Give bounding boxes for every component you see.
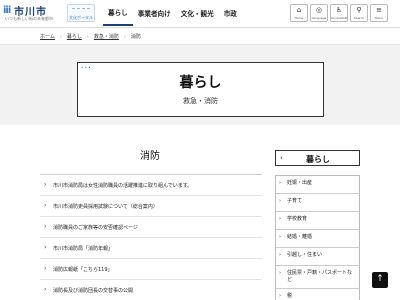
sidebar-item-moving[interactable]: › 引越し・住まい bbox=[276, 248, 359, 266]
accessibility-icon: ♿ bbox=[335, 6, 343, 14]
accessibility-label: Accessibility bbox=[331, 16, 347, 20]
sidebar-title: 暮らし bbox=[306, 155, 330, 164]
site-header: iii 市川市 いつも新しい街の未来都市 文化ポータル 暮らし 事業者向け 文化… bbox=[0, 0, 400, 26]
list-item[interactable]: › 市川市消防吏員採用試験について（総合案内） bbox=[40, 196, 262, 217]
sidebar-item-education[interactable]: › 学校教育 bbox=[276, 212, 359, 230]
nav-culture[interactable]: 文化・観光 bbox=[176, 0, 219, 26]
menu-icon: ≡ bbox=[376, 6, 382, 14]
chevron-right-icon: › bbox=[44, 223, 47, 230]
sidebar-item-registry[interactable]: › 住民票・戸籍・パスポートなど bbox=[276, 266, 359, 289]
list-item[interactable]: › 市川市消防局「消防年報」 bbox=[40, 238, 262, 259]
breadcrumb-current: 消防 bbox=[130, 34, 141, 40]
list-item-label: 市川市消防局「消防年報」 bbox=[53, 246, 114, 252]
search-label: Search bbox=[353, 16, 365, 20]
sidebar-item-label: 住民票・戸籍・パスポートなど bbox=[287, 270, 353, 283]
sidebar-item-pregnancy[interactable]: › 妊娠・出産 bbox=[276, 176, 359, 194]
language-button[interactable]: ◎ Language bbox=[310, 4, 328, 22]
hero-dots-icon: • • • bbox=[81, 65, 91, 70]
home-button[interactable]: ⌂ Home bbox=[290, 4, 308, 22]
breadcrumb-separator-icon: › bbox=[86, 33, 89, 40]
chevron-right-icon: › bbox=[279, 252, 281, 258]
sidebar-item-label: 引越し・住まい bbox=[287, 252, 323, 258]
global-nav: 暮らし 事業者向け 文化・観光 市政 bbox=[103, 0, 242, 26]
list-item-label: 消防長及び消防団長の交替事の公開 bbox=[53, 288, 134, 294]
sidebar-item-label: 学校教育 bbox=[287, 216, 308, 222]
chevron-right-icon: › bbox=[44, 286, 47, 293]
category-subtitle: 救急・消防 bbox=[183, 97, 218, 105]
sidebar-back-button[interactable]: ‹ 暮らし bbox=[275, 150, 360, 166]
portal-decoration bbox=[72, 8, 90, 13]
sidebar-item-childcare[interactable]: › 子育て bbox=[276, 194, 359, 212]
chevron-right-icon: › bbox=[44, 244, 47, 251]
menu-button[interactable]: ≡ Menu bbox=[370, 4, 388, 22]
list-item-label: 市川市消防局は女性消防職員の活躍推進に取り組んでいます。 bbox=[53, 183, 193, 189]
chevron-left-icon: ‹ bbox=[280, 154, 283, 162]
chevron-right-icon: › bbox=[44, 202, 47, 209]
home-icon: ⌂ bbox=[296, 6, 302, 14]
chevron-right-icon: › bbox=[44, 181, 47, 188]
home-label: Home bbox=[294, 16, 304, 20]
sidebar-item-label: 妊娠・出産 bbox=[287, 180, 313, 186]
nav-kurashi[interactable]: 暮らし bbox=[103, 0, 133, 26]
chevron-right-icon: › bbox=[279, 234, 281, 240]
page-title: 消防 bbox=[140, 151, 160, 162]
culture-portal-button[interactable]: 文化ポータル bbox=[67, 4, 95, 22]
chevron-right-icon: › bbox=[279, 180, 281, 186]
sidebar-item-label: 税 bbox=[287, 293, 293, 299]
list-item[interactable]: › 市川市消防局は女性消防職員の活躍推進に取り組んでいます。 bbox=[40, 175, 262, 196]
globe-icon: ◎ bbox=[315, 6, 323, 14]
breadcrumb-emergency[interactable]: 救急・消防 bbox=[94, 33, 119, 40]
list-item[interactable]: › 消防職員のご家族等の安否確認ページ bbox=[40, 217, 262, 238]
breadcrumb: ホーム › 暮らし › 救急・消防 › 消防 bbox=[40, 33, 141, 41]
chevron-right-icon: › bbox=[279, 216, 281, 222]
logo-tagline: いつも新しい街の未来都市 bbox=[5, 16, 53, 21]
nav-city-admin[interactable]: 市政 bbox=[219, 0, 242, 26]
category-title: 暮らし bbox=[179, 75, 222, 91]
page-top-button[interactable]: ↑ bbox=[372, 272, 388, 288]
sidebar-item-marriage[interactable]: › 結婚・離婚 bbox=[276, 230, 359, 248]
sidebar-item-tax[interactable]: › 税 bbox=[276, 289, 359, 300]
list-item-label: 消防広報紙「こちら119」 bbox=[53, 267, 113, 273]
list-item-label: 消防職員のご家族等の安否確認ページ bbox=[53, 225, 138, 231]
search-icon: ⚲ bbox=[356, 6, 362, 14]
search-button[interactable]: ⚲ Search bbox=[350, 4, 368, 22]
hero-title-box: • • • 暮らし 救急・消防 bbox=[77, 62, 324, 117]
header-divider bbox=[0, 27, 400, 28]
sidebar-item-label: 子育て bbox=[287, 198, 303, 204]
chevron-right-icon: › bbox=[44, 265, 47, 272]
chevron-right-icon: › bbox=[279, 270, 281, 276]
breadcrumb-separator-icon: › bbox=[59, 33, 62, 40]
chevron-right-icon: › bbox=[279, 293, 281, 299]
sidebar-menu: › 妊娠・出産 › 子育て › 学校教育 › 結婚・離婚 › 引越し・住まい ›… bbox=[275, 175, 360, 300]
link-list: › 市川市消防局は女性消防職員の活躍推進に取り組んでいます。 › 市川市消防吏員… bbox=[40, 175, 262, 300]
logo-icon: iii bbox=[3, 5, 11, 16]
menu-label: Menu bbox=[374, 16, 384, 20]
breadcrumb-separator-icon: › bbox=[123, 33, 126, 40]
sidebar-item-label: 結婚・離婚 bbox=[287, 234, 313, 240]
portal-label: 文化ポータル bbox=[69, 15, 93, 20]
chevron-right-icon: › bbox=[279, 198, 281, 204]
language-label: Language bbox=[311, 16, 327, 20]
accessibility-button[interactable]: ♿ Accessibility bbox=[330, 4, 348, 22]
breadcrumb-home[interactable]: ホーム bbox=[40, 33, 55, 40]
breadcrumb-kurashi[interactable]: 暮らし bbox=[67, 33, 82, 40]
list-item-label: 市川市消防吏員採用試験について（総合案内） bbox=[53, 204, 158, 210]
site-logo[interactable]: iii 市川市 いつも新しい街の未来都市 bbox=[3, 3, 63, 23]
nav-business[interactable]: 事業者向け bbox=[133, 0, 176, 26]
arrow-up-icon: ↑ bbox=[376, 274, 384, 284]
list-item[interactable]: › 消防長及び消防団長の交替事の公開 bbox=[40, 280, 262, 300]
list-item[interactable]: › 消防広報紙「こちら119」 bbox=[40, 259, 262, 280]
